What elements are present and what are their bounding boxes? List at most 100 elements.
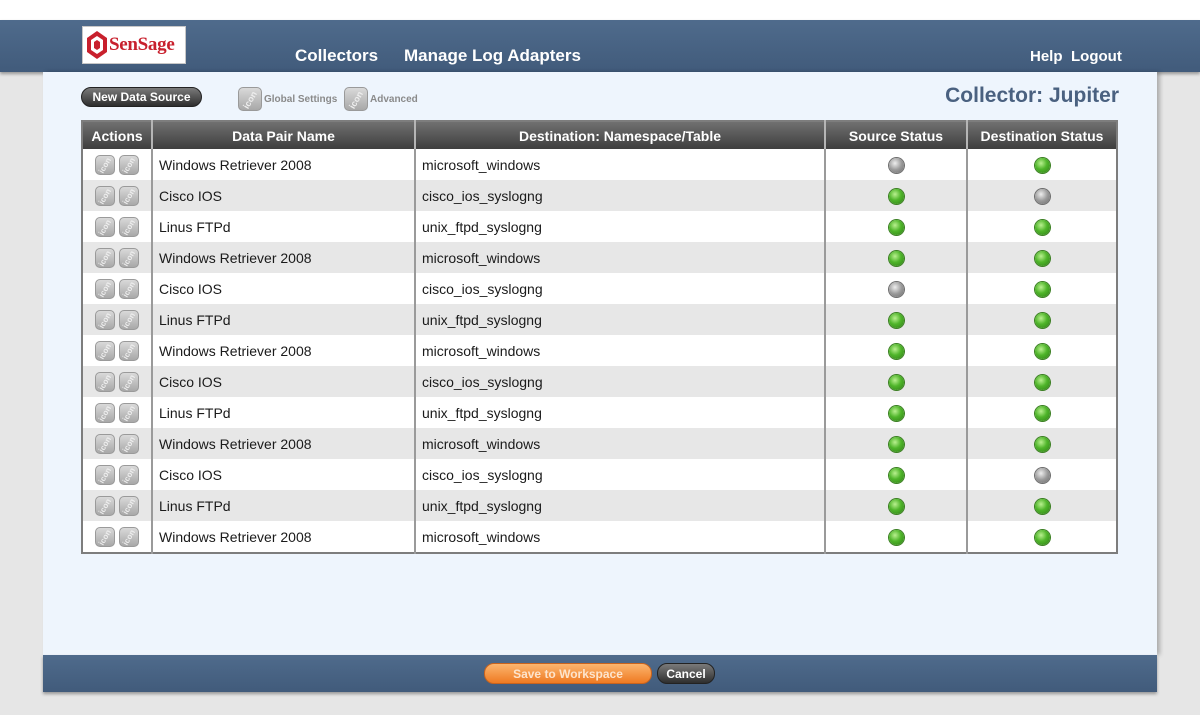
advanced-button[interactable]: Advanced bbox=[344, 87, 418, 111]
data-pair-name: Cisco IOS bbox=[151, 366, 415, 397]
delete-icon[interactable] bbox=[119, 402, 139, 423]
edit-icon[interactable] bbox=[95, 216, 115, 237]
source-status-indicator-icon bbox=[888, 529, 904, 545]
table-row[interactable]: Cisco IOScisco_ios_syslogng bbox=[82, 180, 1117, 211]
delete-icon[interactable] bbox=[119, 495, 139, 516]
destination-namespace-table: microsoft_windows bbox=[414, 335, 825, 366]
logout-link[interactable]: Logout bbox=[1071, 48, 1122, 65]
source-status-cell bbox=[824, 211, 967, 242]
destination-status-cell bbox=[966, 521, 1117, 553]
edit-icon[interactable] bbox=[95, 433, 115, 454]
main-content: New Data Source Global Settings Advanced… bbox=[43, 72, 1157, 655]
delete-icon[interactable] bbox=[119, 216, 139, 237]
destination-status-cell bbox=[966, 428, 1117, 459]
column-header-source-status[interactable]: Source Status bbox=[824, 121, 967, 149]
edit-icon[interactable] bbox=[95, 495, 115, 516]
source-status-cell bbox=[824, 242, 967, 273]
table-row[interactable]: Windows Retriever 2008microsoft_windows bbox=[82, 521, 1117, 553]
column-header-destination-status[interactable]: Destination Status bbox=[966, 121, 1117, 149]
help-link[interactable]: Help bbox=[1030, 48, 1063, 65]
table-row[interactable]: Linus FTPdunix_ftpd_syslogng bbox=[82, 304, 1117, 335]
data-pair-name: Linus FTPd bbox=[151, 490, 415, 521]
row-actions bbox=[82, 521, 152, 553]
table-row[interactable]: Cisco IOScisco_ios_syslogng bbox=[82, 273, 1117, 304]
data-pair-name: Windows Retriever 2008 bbox=[151, 521, 415, 553]
table-row[interactable]: Cisco IOScisco_ios_syslogng bbox=[82, 366, 1117, 397]
table-row[interactable]: Windows Retriever 2008microsoft_windows bbox=[82, 149, 1117, 180]
destination-namespace-table: cisco_ios_syslogng bbox=[414, 180, 825, 211]
data-pair-name: Linus FTPd bbox=[151, 304, 415, 335]
table-row[interactable]: Windows Retriever 2008microsoft_windows bbox=[82, 242, 1117, 273]
edit-icon[interactable] bbox=[95, 185, 115, 206]
delete-icon[interactable] bbox=[119, 278, 139, 299]
delete-icon[interactable] bbox=[119, 185, 139, 206]
edit-icon[interactable] bbox=[95, 402, 115, 423]
table-row[interactable]: Windows Retriever 2008microsoft_windows bbox=[82, 335, 1117, 366]
destination-status-indicator-icon bbox=[1034, 498, 1050, 514]
source-status-cell bbox=[824, 521, 967, 553]
delete-icon[interactable] bbox=[119, 464, 139, 485]
source-status-cell bbox=[824, 273, 967, 304]
source-status-cell bbox=[824, 304, 967, 335]
nav-collectors[interactable]: Collectors bbox=[295, 46, 378, 80]
delete-icon[interactable] bbox=[119, 309, 139, 330]
destination-status-indicator-icon bbox=[1034, 281, 1050, 297]
destination-namespace-table: microsoft_windows bbox=[414, 428, 825, 459]
delete-icon[interactable] bbox=[119, 247, 139, 268]
delete-icon[interactable] bbox=[119, 433, 139, 454]
delete-icon[interactable] bbox=[119, 371, 139, 392]
destination-status-cell bbox=[966, 180, 1117, 211]
edit-icon[interactable] bbox=[95, 464, 115, 485]
edit-icon[interactable] bbox=[95, 371, 115, 392]
advanced-label: Advanced bbox=[370, 93, 418, 105]
row-actions bbox=[82, 335, 152, 366]
destination-status-cell bbox=[966, 242, 1117, 273]
source-status-cell bbox=[824, 459, 967, 490]
cancel-button[interactable]: Cancel bbox=[657, 663, 715, 684]
edit-icon[interactable] bbox=[95, 309, 115, 330]
source-status-indicator-icon bbox=[888, 436, 904, 452]
delete-icon[interactable] bbox=[119, 526, 139, 547]
edit-icon[interactable] bbox=[95, 247, 115, 268]
row-actions bbox=[82, 366, 152, 397]
destination-status-indicator-icon bbox=[1034, 467, 1050, 483]
edit-icon[interactable] bbox=[95, 154, 115, 175]
source-status-indicator-icon bbox=[888, 157, 904, 173]
destination-namespace-table: unix_ftpd_syslogng bbox=[414, 490, 825, 521]
table-row[interactable]: Linus FTPdunix_ftpd_syslogng bbox=[82, 211, 1117, 242]
table-row[interactable]: Linus FTPdunix_ftpd_syslogng bbox=[82, 397, 1117, 428]
table-row[interactable]: Windows Retriever 2008microsoft_windows bbox=[82, 428, 1117, 459]
destination-status-cell bbox=[966, 366, 1117, 397]
destination-status-indicator-icon bbox=[1034, 374, 1050, 390]
column-header-data-pair-name[interactable]: Data Pair Name bbox=[151, 121, 415, 149]
data-pair-name: Cisco IOS bbox=[151, 180, 415, 211]
source-status-indicator-icon bbox=[888, 374, 904, 390]
source-status-indicator-icon bbox=[888, 498, 904, 514]
nav-manage-log-adapters[interactable]: Manage Log Adapters bbox=[404, 46, 581, 66]
destination-status-cell bbox=[966, 304, 1117, 335]
global-settings-button[interactable]: Global Settings bbox=[238, 87, 337, 111]
table-row[interactable]: Cisco IOScisco_ios_syslogng bbox=[82, 459, 1117, 490]
source-status-cell bbox=[824, 180, 967, 211]
save-to-workspace-button[interactable]: Save to Workspace bbox=[484, 663, 652, 684]
destination-status-indicator-icon bbox=[1034, 219, 1050, 235]
edit-icon[interactable] bbox=[95, 278, 115, 299]
destination-status-indicator-icon bbox=[1034, 188, 1050, 204]
destination-namespace-table: microsoft_windows bbox=[414, 149, 825, 180]
table-row[interactable]: Linus FTPdunix_ftpd_syslogng bbox=[82, 490, 1117, 521]
edit-icon[interactable] bbox=[95, 526, 115, 547]
data-pair-name: Linus FTPd bbox=[151, 397, 415, 428]
source-status-cell bbox=[824, 366, 967, 397]
edit-icon[interactable] bbox=[95, 340, 115, 361]
sensage-logo[interactable]: SenSage bbox=[82, 26, 186, 64]
column-header-actions[interactable]: Actions bbox=[82, 121, 152, 149]
footer-bar: Save to Workspace Cancel bbox=[43, 655, 1157, 692]
delete-icon[interactable] bbox=[119, 154, 139, 175]
delete-icon[interactable] bbox=[119, 340, 139, 361]
source-status-cell bbox=[824, 149, 967, 180]
destination-namespace-table: unix_ftpd_syslogng bbox=[414, 304, 825, 335]
destination-namespace-table: cisco_ios_syslogng bbox=[414, 366, 825, 397]
new-data-source-button[interactable]: New Data Source bbox=[81, 87, 202, 107]
column-header-destination[interactable]: Destination: Namespace/Table bbox=[414, 121, 825, 149]
data-pair-name: Windows Retriever 2008 bbox=[151, 242, 415, 273]
